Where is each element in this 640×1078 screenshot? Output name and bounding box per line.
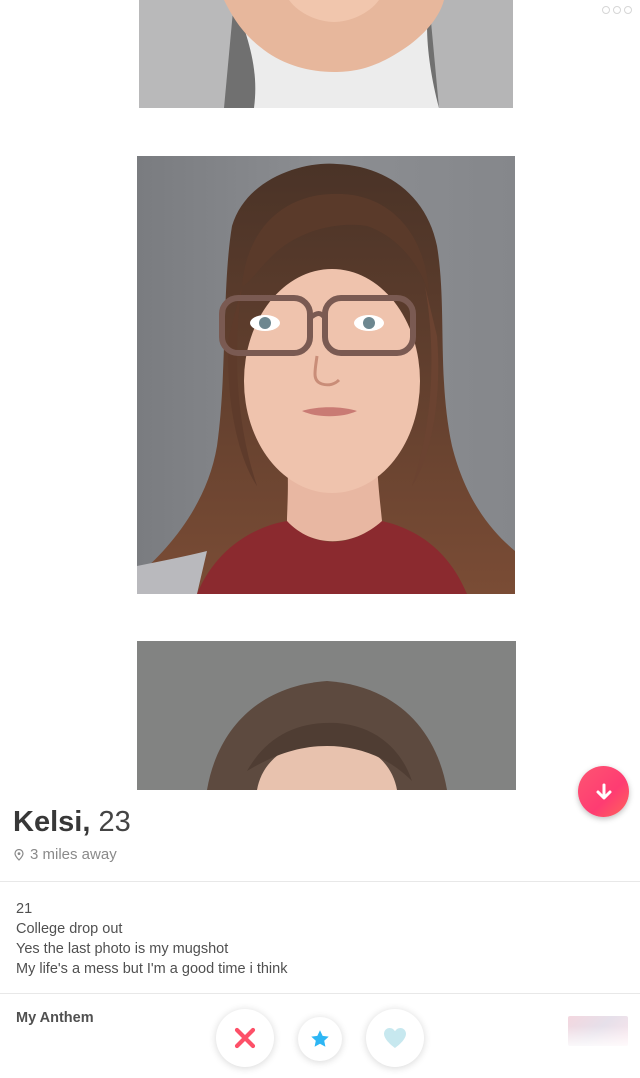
close-icon	[234, 1027, 256, 1049]
bio-line: College drop out	[16, 921, 123, 937]
bio-line: My life's a mess but I'm a good time i t…	[16, 961, 288, 977]
profile-photo-1[interactable]	[139, 0, 513, 108]
photo-2-image	[137, 156, 515, 594]
distance-text: 3 miles away	[30, 846, 117, 863]
photo-1-image	[139, 0, 513, 108]
collapse-profile-button[interactable]	[578, 766, 629, 817]
photo-page-indicator	[602, 6, 632, 14]
page-dot	[602, 6, 610, 14]
nope-button[interactable]	[216, 1009, 274, 1067]
profile-photo-3[interactable]	[137, 641, 516, 790]
page-dot	[624, 6, 632, 14]
profile-screen: Kelsi, 23 3 miles away 21 College drop o…	[0, 0, 640, 1078]
section-divider	[0, 881, 640, 882]
distance-row: 3 miles away	[14, 846, 117, 863]
page-dot	[613, 6, 621, 14]
heart-icon	[384, 1028, 406, 1048]
profile-name-age: Kelsi, 23	[13, 806, 131, 839]
profile-age: 23	[98, 806, 131, 838]
like-button[interactable]	[366, 1009, 424, 1067]
photo-3-image	[137, 641, 516, 790]
bio-line: Yes the last photo is my mugshot	[16, 941, 229, 957]
profile-name: Kelsi,	[13, 806, 91, 838]
anthem-label: My Anthem	[16, 1010, 94, 1026]
star-icon	[311, 1030, 329, 1047]
arrow-down-icon	[596, 783, 611, 799]
profile-photo-2[interactable]	[137, 156, 515, 594]
location-pin-icon	[14, 848, 24, 861]
bio-line: 21	[16, 901, 33, 917]
section-divider	[0, 993, 640, 994]
profile-bio: 21 College drop out Yes the last photo i…	[16, 899, 287, 979]
superlike-button[interactable]	[298, 1017, 342, 1061]
